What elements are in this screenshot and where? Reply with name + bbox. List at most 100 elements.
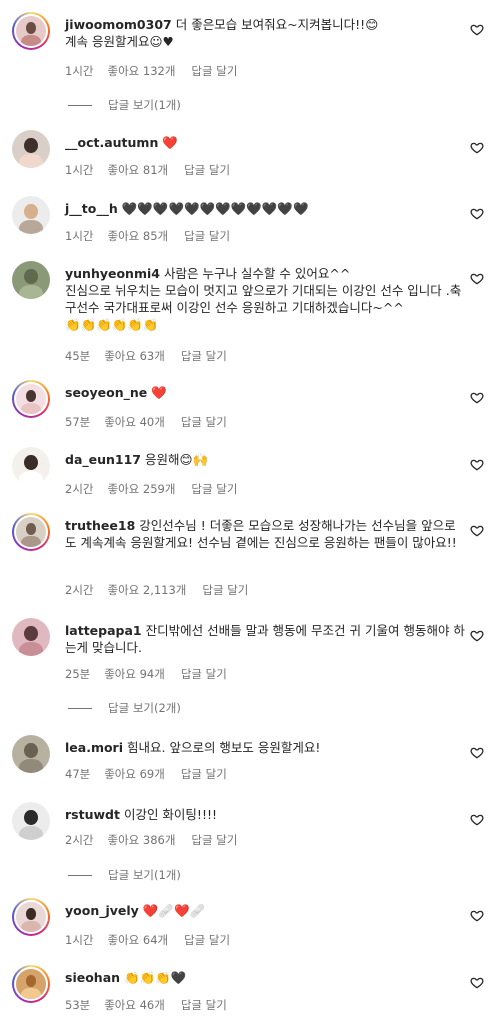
heart-outline-icon[interactable] bbox=[470, 23, 486, 39]
avatar[interactable] bbox=[12, 261, 50, 299]
avatar[interactable] bbox=[12, 802, 50, 840]
avatar-image bbox=[12, 735, 50, 773]
comment-body: 응원해 bbox=[145, 452, 180, 467]
comment-emoji: 🖤🖤🖤🖤🖤🖤🖤🖤🖤🖤🖤🖤 bbox=[121, 201, 309, 216]
avatar-head bbox=[24, 625, 38, 641]
comment-username[interactable]: yoon_jvely bbox=[65, 903, 139, 918]
comment-time: 25분 bbox=[65, 667, 91, 681]
like-count[interactable]: 좋아요 2,113개 bbox=[107, 582, 186, 598]
comment-username[interactable]: lea.mori bbox=[65, 740, 123, 755]
comment-time: 57분 bbox=[65, 415, 91, 429]
comment-meta: 47분 좋아요 69개 답글 달기 bbox=[65, 766, 227, 782]
comment-meta: 1시간 좋아요 81개 답글 달기 bbox=[65, 162, 230, 178]
comment-username[interactable]: seoyeon_ne bbox=[65, 385, 147, 400]
reply-button[interactable]: 답글 달기 bbox=[191, 481, 237, 497]
avatar[interactable] bbox=[12, 130, 50, 168]
avatar[interactable] bbox=[12, 196, 50, 234]
reply-button[interactable]: 답글 달기 bbox=[181, 766, 227, 782]
like-count[interactable]: 좋아요 81개 bbox=[107, 162, 168, 178]
comment-meta: 57분 좋아요 40개 답글 달기 bbox=[65, 414, 227, 430]
comment-time: 1시간 bbox=[65, 229, 94, 243]
reply-button[interactable]: 답글 달기 bbox=[181, 348, 227, 364]
view-replies-label: 답글 보기(2개) bbox=[108, 701, 181, 715]
like-count[interactable]: 좋아요 64개 bbox=[107, 932, 168, 948]
comment-time: 2시간 bbox=[65, 482, 94, 496]
heart-outline-icon[interactable] bbox=[470, 524, 486, 540]
like-count[interactable]: 좋아요 386개 bbox=[107, 832, 175, 848]
reply-button[interactable]: 답글 달기 bbox=[202, 582, 248, 598]
comment-body: 이강인 화이팅!!!! bbox=[123, 807, 217, 822]
like-count[interactable]: 좋아요 40개 bbox=[104, 414, 165, 430]
avatar-head bbox=[24, 137, 38, 153]
avatar[interactable] bbox=[12, 513, 50, 551]
comment-meta: 1시간 좋아요 85개 답글 달기 bbox=[65, 228, 230, 244]
avatar-image bbox=[12, 130, 50, 168]
view-replies-button[interactable]: 답글 보기(2개) bbox=[68, 700, 181, 716]
heart-outline-icon[interactable] bbox=[470, 813, 486, 829]
avatar-image bbox=[12, 802, 50, 840]
avatar[interactable] bbox=[12, 380, 50, 418]
view-replies-line bbox=[68, 874, 92, 876]
avatar-head bbox=[24, 454, 38, 470]
like-count[interactable]: 좋아요 63개 bbox=[104, 348, 165, 364]
comment-username[interactable]: jiwoomom0307 bbox=[65, 17, 172, 32]
avatar-image bbox=[14, 515, 48, 549]
heart-outline-icon[interactable] bbox=[470, 746, 486, 762]
comment-text: truthee18 강인선수님 ! 더좋은 모습으로 성장해나가는 선수님을 앞으… bbox=[65, 517, 467, 551]
view-replies-label: 답글 보기(1개) bbox=[108, 868, 181, 882]
avatar-image bbox=[14, 967, 48, 1001]
like-count[interactable]: 좋아요 259개 bbox=[107, 481, 175, 497]
comment-emoji: 👏👏👏🖤 bbox=[124, 970, 187, 985]
heart-outline-icon[interactable] bbox=[470, 141, 486, 157]
avatar-body bbox=[21, 987, 41, 999]
comment-username[interactable]: sieohan bbox=[65, 970, 120, 985]
avatar-image bbox=[12, 261, 50, 299]
heart-outline-icon[interactable] bbox=[470, 391, 486, 407]
avatar-body bbox=[21, 535, 41, 547]
heart-outline-icon[interactable] bbox=[470, 976, 486, 992]
comment-username[interactable]: rstuwdt bbox=[65, 807, 120, 822]
avatar[interactable] bbox=[12, 12, 50, 50]
like-count[interactable]: 좋아요 132개 bbox=[107, 63, 175, 79]
comment-time: 53분 bbox=[65, 998, 91, 1012]
comment-text: j__to__h 🖤🖤🖤🖤🖤🖤🖤🖤🖤🖤🖤🖤 bbox=[65, 200, 467, 217]
avatar[interactable] bbox=[12, 618, 50, 656]
reply-button[interactable]: 답글 달기 bbox=[181, 414, 227, 430]
comment-username[interactable]: lattepapa1 bbox=[65, 623, 142, 638]
heart-outline-icon[interactable] bbox=[470, 629, 486, 645]
avatar[interactable] bbox=[12, 965, 50, 1003]
avatar-body bbox=[18, 219, 44, 234]
avatar[interactable] bbox=[12, 735, 50, 773]
comment-username[interactable]: truthee18 bbox=[65, 518, 135, 533]
comment-username[interactable]: yunhyeonmi4 bbox=[65, 266, 160, 281]
like-count[interactable]: 좋아요 69개 bbox=[104, 766, 165, 782]
reply-button[interactable]: 답글 달기 bbox=[181, 997, 227, 1013]
heart-outline-icon[interactable] bbox=[470, 909, 486, 925]
reply-button[interactable]: 답글 달기 bbox=[191, 832, 237, 848]
heart-outline-icon[interactable] bbox=[470, 272, 486, 288]
comment-body: 더 좋은모습 보여줘요~지켜봅니다!! bbox=[175, 17, 366, 32]
comment-meta: 2시간 좋아요 2,113개 답글 달기 bbox=[65, 582, 248, 598]
reply-button[interactable]: 답글 달기 bbox=[184, 162, 230, 178]
reply-button[interactable]: 답글 달기 bbox=[191, 63, 237, 79]
avatar-image bbox=[14, 14, 48, 48]
reply-button[interactable]: 답글 달기 bbox=[184, 932, 230, 948]
view-replies-button[interactable]: 답글 보기(1개) bbox=[68, 97, 181, 113]
reply-button[interactable]: 답글 달기 bbox=[184, 228, 230, 244]
heart-outline-icon[interactable] bbox=[470, 207, 486, 223]
heart-outline-icon[interactable] bbox=[470, 458, 486, 474]
comment-emoji: ❤️ bbox=[151, 385, 167, 400]
like-count[interactable]: 좋아요 46개 bbox=[104, 997, 165, 1013]
view-replies-button[interactable]: 답글 보기(1개) bbox=[68, 867, 181, 883]
comment-username[interactable]: __oct.autumn bbox=[65, 135, 158, 150]
avatar[interactable] bbox=[12, 447, 50, 485]
comment-meta: 45분 좋아요 63개 답글 달기 bbox=[65, 348, 227, 364]
like-count[interactable]: 좋아요 94개 bbox=[104, 666, 165, 682]
comment-username[interactable]: j__to__h bbox=[65, 201, 118, 216]
avatar[interactable] bbox=[12, 898, 50, 936]
view-replies-line bbox=[68, 104, 92, 106]
comment-meta: 1시간 좋아요 132개 답글 달기 bbox=[65, 63, 237, 79]
reply-button[interactable]: 답글 달기 bbox=[181, 666, 227, 682]
comment-username[interactable]: da_eun117 bbox=[65, 452, 141, 467]
like-count[interactable]: 좋아요 85개 bbox=[107, 228, 168, 244]
